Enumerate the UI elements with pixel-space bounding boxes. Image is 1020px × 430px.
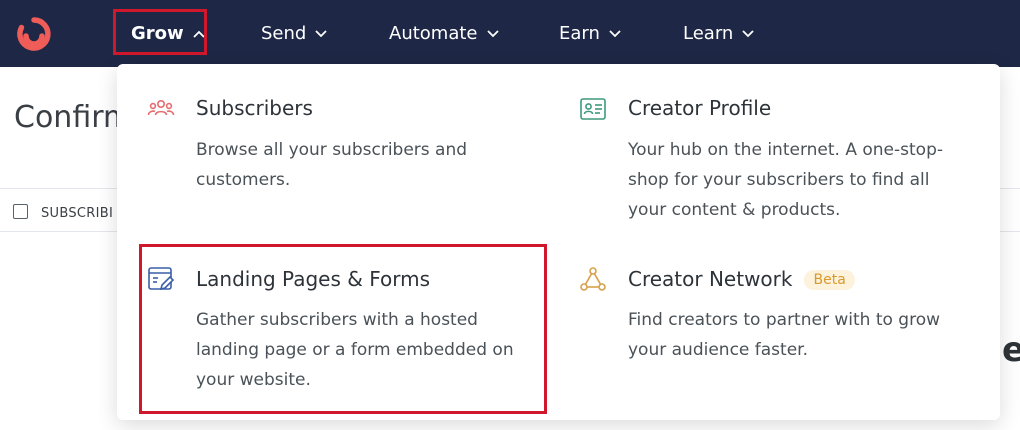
menu-item-description: Find creators to partner with to grow yo… xyxy=(628,310,941,360)
nav-learn-label: Learn xyxy=(683,23,734,44)
menu-item-creator-network[interactable]: Creator Network Beta Find creators to par… xyxy=(569,259,979,379)
chevron-down-icon xyxy=(315,29,327,37)
nav-automate-label: Automate xyxy=(389,23,478,44)
chevron-down-icon xyxy=(742,29,754,37)
select-all-checkbox[interactable] xyxy=(13,204,28,219)
id-card-icon xyxy=(580,98,606,120)
chevron-down-icon xyxy=(486,29,499,37)
top-navigation: Grow Send Automate Earn Learn xyxy=(0,0,1020,67)
beta-badge: Beta xyxy=(804,270,855,290)
menu-item-title: Subscribers xyxy=(196,96,313,120)
background-heading-fragment: e xyxy=(1002,330,1020,370)
menu-item-creator-profile[interactable]: Creator Profile Your hub on the internet… xyxy=(569,88,979,238)
menu-item-title: Creator Network Beta xyxy=(628,267,855,291)
people-icon xyxy=(147,100,175,116)
form-edit-icon xyxy=(148,267,175,291)
nav-send[interactable]: Send xyxy=(261,0,327,67)
grow-dropdown-menu: Subscribers Browse all your subscribers … xyxy=(117,64,1000,420)
nav-automate[interactable]: Automate xyxy=(389,0,499,67)
menu-item-title: Creator Profile xyxy=(628,96,772,120)
page-title: Confirm xyxy=(14,100,133,135)
nav-send-label: Send xyxy=(261,23,307,44)
chevron-down-icon xyxy=(609,29,621,37)
network-icon xyxy=(580,267,606,291)
nav-learn[interactable]: Learn xyxy=(683,0,754,67)
menu-item-landing-pages-forms[interactable]: Landing Pages & Forms Gather subscribers… xyxy=(137,259,547,409)
menu-item-description: Your hub on the internet. A one-stop-sho… xyxy=(628,140,943,220)
menu-item-subscribers[interactable]: Subscribers Browse all your subscribers … xyxy=(137,88,537,208)
convertkit-logo[interactable] xyxy=(14,14,54,54)
menu-item-title-text: Creator Network xyxy=(628,267,793,291)
menu-item-description: Browse all your subscribers and customer… xyxy=(196,140,468,190)
grow-highlight-box xyxy=(113,9,207,55)
nav-earn[interactable]: Earn xyxy=(559,0,621,67)
nav-grow[interactable]: Grow xyxy=(113,0,207,67)
column-header-subscriber[interactable]: SUBSCRIBI xyxy=(41,206,113,221)
menu-item-title: Landing Pages & Forms xyxy=(196,267,431,291)
nav-earn-label: Earn xyxy=(559,23,600,44)
menu-item-description: Gather subscribers with a hosted landing… xyxy=(196,310,514,390)
